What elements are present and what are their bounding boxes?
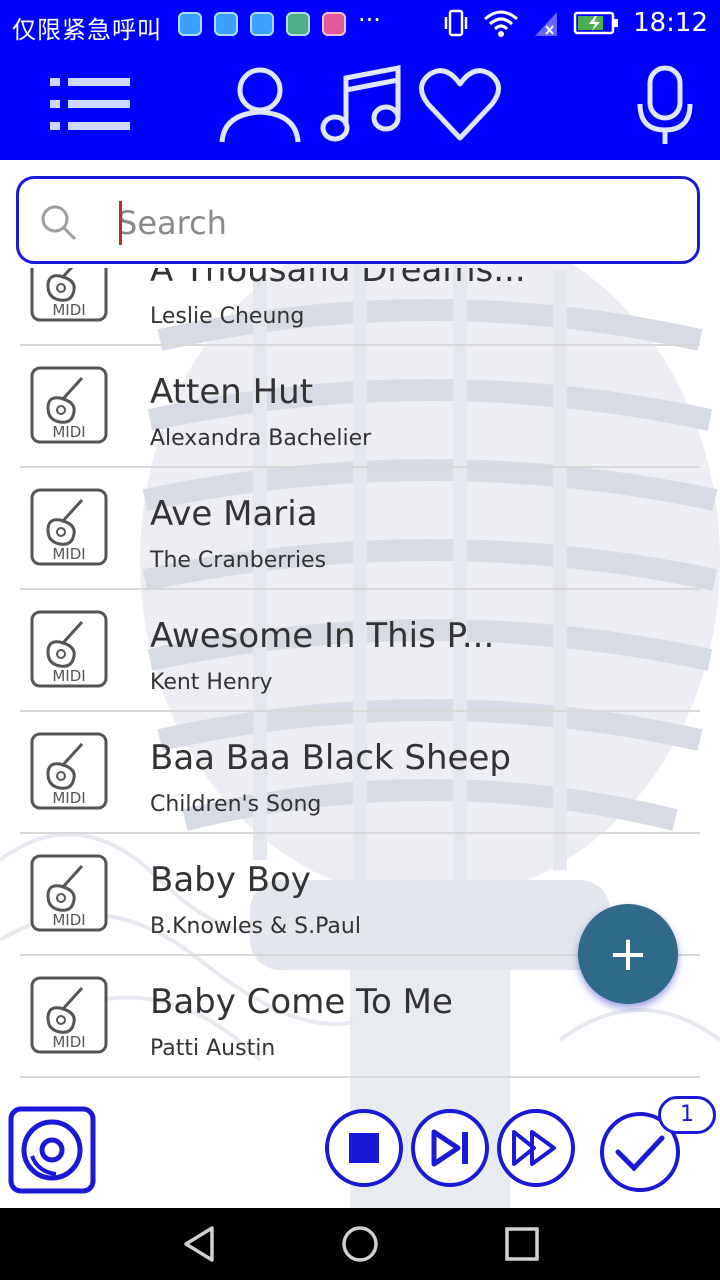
midi-guitar-icon: MIDI — [30, 732, 108, 810]
song-artist: Kent Henry — [150, 670, 273, 695]
list-item[interactable]: MIDI Atten Hut Alexandra Bachelier — [20, 344, 700, 468]
grid-icon — [286, 12, 310, 36]
back-icon[interactable] — [180, 1224, 220, 1268]
favorite-icon[interactable] — [418, 64, 502, 148]
song-title: Awesome In This P... — [150, 616, 495, 656]
song-title: Baby Come To Me — [150, 982, 453, 1022]
midi-guitar-icon: MIDI — [30, 488, 108, 566]
svg-text:MIDI: MIDI — [52, 667, 85, 685]
shield-icon — [214, 12, 238, 36]
midi-guitar-icon: MIDI — [30, 854, 108, 932]
stop-icon[interactable] — [324, 1108, 404, 1192]
recents-icon[interactable] — [502, 1224, 542, 1268]
list-item[interactable]: MIDI Ave Maria The Cranberries — [20, 466, 700, 590]
music-note-icon[interactable] — [318, 64, 404, 150]
song-artist: The Cranberries — [150, 548, 327, 573]
search-icon — [39, 203, 79, 247]
svg-text:MIDI: MIDI — [52, 1033, 85, 1051]
selected-count-badge: 1 — [658, 1096, 716, 1134]
android-icon — [178, 12, 202, 36]
list-item[interactable]: MIDI Awesome In This P... Kent Henry — [20, 588, 700, 712]
system-nav-bar — [0, 1208, 720, 1280]
signal-icon — [533, 8, 559, 38]
vibrate-icon — [443, 8, 469, 38]
fast-forward-icon[interactable] — [496, 1108, 576, 1192]
song-artist: B.Knowles & S.Paul — [150, 914, 361, 939]
svg-text:MIDI: MIDI — [52, 911, 85, 929]
shield-icon — [250, 12, 274, 36]
wifi-icon — [483, 8, 519, 38]
notification-icons — [178, 12, 346, 36]
svg-text:MIDI: MIDI — [52, 545, 85, 563]
list-item[interactable]: MIDI Baa Baa Black Sheep Children's Song — [20, 710, 700, 834]
overflow-icon: ··· — [358, 6, 381, 34]
song-title: Baby Boy — [150, 860, 311, 900]
menu-icon[interactable] — [46, 74, 136, 138]
song-artist: Patti Austin — [150, 1036, 276, 1061]
list-item[interactable]: MIDI A Thousand Dreams... Leslie Cheung — [20, 268, 700, 346]
midi-guitar-icon: MIDI — [30, 366, 108, 444]
song-artist: Alexandra Bachelier — [150, 426, 372, 451]
midi-guitar-icon: MIDI — [30, 268, 108, 322]
battery-icon — [573, 10, 619, 36]
search-input[interactable] — [115, 197, 679, 249]
microphone-icon[interactable] — [636, 64, 694, 152]
song-artist: Children's Song — [150, 792, 322, 817]
status-bar: 仅限紧急呼叫 ··· 18:12 — [0, 0, 720, 50]
svg-text:MIDI: MIDI — [52, 423, 85, 441]
song-title: Atten Hut — [150, 372, 314, 412]
app-toolbar — [0, 50, 720, 160]
skip-next-icon[interactable] — [410, 1108, 490, 1192]
clock: 18:12 — [633, 8, 708, 38]
add-icon: + — [607, 926, 649, 982]
song-title: A Thousand Dreams... — [150, 268, 526, 290]
search-box[interactable] — [16, 176, 700, 264]
song-artist: Leslie Cheung — [150, 304, 305, 329]
app-icon — [322, 12, 346, 36]
add-button[interactable]: + — [578, 904, 678, 1004]
midi-guitar-icon: MIDI — [30, 976, 108, 1054]
song-title: Ave Maria — [150, 494, 318, 534]
player-controls — [0, 1100, 720, 1208]
svg-text:MIDI: MIDI — [52, 789, 85, 807]
text-cursor — [119, 201, 122, 245]
carrier-text: 仅限紧急呼叫 — [12, 16, 162, 44]
home-icon[interactable] — [340, 1224, 380, 1268]
artist-icon[interactable] — [218, 64, 302, 148]
disc-icon[interactable] — [8, 1106, 96, 1198]
midi-guitar-icon: MIDI — [30, 610, 108, 688]
svg-text:MIDI: MIDI — [52, 301, 85, 319]
song-title: Baa Baa Black Sheep — [150, 738, 511, 778]
